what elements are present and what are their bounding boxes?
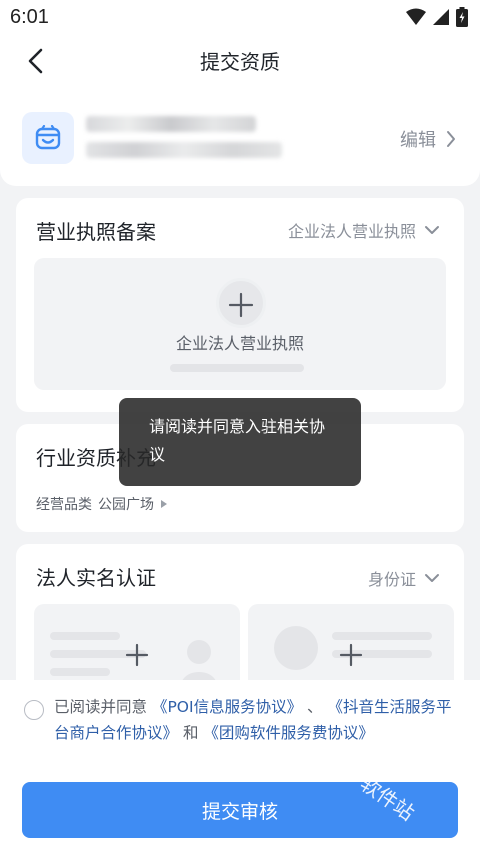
wifi-icon bbox=[406, 8, 426, 25]
status-bar: 6:01 bbox=[0, 0, 480, 34]
license-type-select[interactable]: 企业法人营业执照 bbox=[288, 218, 440, 242]
id-type-value: 身份证 bbox=[367, 570, 416, 589]
id-type-select[interactable]: 身份证 bbox=[368, 566, 440, 590]
page-title: 提交资质 bbox=[200, 50, 280, 74]
license-upload-area[interactable]: 企业法人营业执照 bbox=[34, 258, 446, 390]
store-icon bbox=[35, 125, 61, 150]
agree-separator: 、 bbox=[307, 698, 323, 716]
plus-icon bbox=[339, 643, 363, 667]
chevron-down-icon bbox=[425, 226, 439, 234]
nav-bar: 提交资质 bbox=[0, 34, 480, 88]
triangle-right-icon bbox=[161, 500, 167, 508]
license-card: 营业执照备案 企业法人营业执照 企业法人营业执照 bbox=[16, 198, 464, 412]
industry-category[interactable]: 经营品类 公园广场 bbox=[36, 494, 168, 514]
id-placeholder-line bbox=[50, 632, 120, 640]
store-avatar bbox=[22, 112, 74, 164]
store-address-blurred bbox=[86, 142, 282, 158]
signal-icon bbox=[433, 9, 449, 25]
license-type-value: 企业法人营业执照 bbox=[287, 222, 416, 241]
edit-label: 编辑 bbox=[400, 130, 436, 151]
agree-prefix: 已阅读并同意 bbox=[54, 698, 148, 716]
id-placeholder-line bbox=[332, 632, 432, 640]
category-label: 经营品类 bbox=[36, 497, 92, 513]
chevron-down-icon bbox=[425, 574, 439, 582]
agreement-text: 已阅读并同意 《POI信息服务协议》 、 《抖音生活服务平台商户合作协议》 和 … bbox=[54, 694, 458, 746]
status-icons bbox=[406, 7, 468, 27]
legal-title: 法人实名认证 bbox=[36, 566, 156, 590]
license-title: 营业执照备案 bbox=[36, 220, 156, 244]
id-placeholder-line bbox=[50, 668, 110, 676]
emblem-icon bbox=[274, 626, 318, 670]
service-fee-agreement-link[interactable]: 《团购软件服务费协议》 bbox=[203, 724, 374, 742]
agree-and: 和 bbox=[182, 724, 199, 742]
battery-icon bbox=[456, 7, 468, 27]
status-time: 6:01 bbox=[10, 6, 49, 28]
edit-store-button[interactable]: 编辑 bbox=[400, 126, 456, 152]
store-card: 编辑 bbox=[0, 88, 480, 186]
category-value: 公园广场 bbox=[98, 497, 154, 513]
toast-message: 请阅读并同意入驻相关协议 bbox=[119, 398, 361, 486]
plus-icon bbox=[125, 643, 149, 667]
agree-checkbox[interactable] bbox=[24, 700, 44, 720]
plus-icon bbox=[228, 292, 254, 318]
chevron-right-icon bbox=[447, 131, 455, 147]
license-upload-label: 企业法人营业执照 bbox=[175, 334, 304, 353]
store-name-blurred bbox=[86, 116, 256, 132]
license-placeholder-bar bbox=[170, 364, 304, 372]
bottom-panel: 已阅读并同意 《POI信息服务协议》 、 《抖音生活服务平台商户合作协议》 和 … bbox=[0, 680, 480, 854]
poi-agreement-link[interactable]: 《POI信息服务协议》 bbox=[152, 698, 302, 716]
